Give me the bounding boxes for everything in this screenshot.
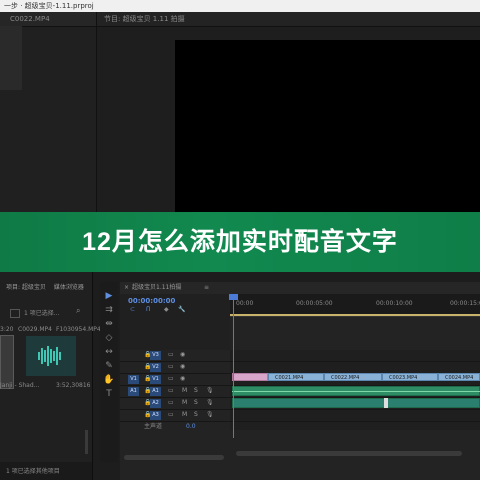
sync-lock-icon[interactable]: ▭ — [168, 411, 174, 419]
timeline-zoom-scrollbar[interactable] — [124, 455, 224, 460]
ruler-label: 00:00:10:00 — [376, 300, 413, 307]
video-clip[interactable]: C0021.MP4 — [268, 373, 324, 381]
track-label-a2[interactable]: A2 — [150, 399, 161, 408]
playhead-handle[interactable] — [229, 294, 238, 300]
hand-tool-icon[interactable]: ✋ — [103, 374, 115, 386]
track-label-v3[interactable]: V3 — [150, 351, 161, 360]
selection-tool-icon[interactable]: ▶ — [103, 290, 115, 302]
edit-point[interactable] — [384, 398, 388, 408]
track-label-a1[interactable]: A1 — [150, 387, 161, 396]
timecode[interactable]: 00:00:00:00 — [128, 297, 175, 306]
ruler-label: 00:00 — [236, 300, 254, 307]
ruler-label: 00:00:15:00 — [450, 300, 480, 307]
close-icon[interactable]: × — [124, 284, 129, 292]
window-title: 一步 · 超级宝贝-1.11.prproj — [4, 2, 94, 10]
folder-icon — [10, 309, 20, 318]
audio-level-line — [232, 391, 480, 392]
track-select-tool-icon[interactable]: ⇉ — [103, 304, 115, 316]
linked-selection-icon[interactable]: ᑎ — [146, 306, 150, 314]
work-area-bar[interactable] — [230, 314, 480, 316]
timeline-scrollbar[interactable] — [236, 451, 462, 456]
solo-button[interactable]: S — [194, 387, 198, 395]
track-label-v2[interactable]: V2 — [150, 363, 161, 372]
sync-lock-icon[interactable]: ▭ — [168, 375, 174, 383]
video-clip[interactable]: C0023.MP4 — [382, 373, 438, 381]
type-tool-icon[interactable]: T — [103, 388, 115, 400]
eye-icon[interactable]: ◉ — [180, 351, 185, 359]
razor-tool-icon[interactable]: ◇ — [103, 332, 115, 344]
track-label-v1[interactable]: V1 — [150, 375, 161, 384]
audio-thumbnail[interactable] — [26, 336, 76, 376]
ripple-edit-tool-icon[interactable]: ⇹ — [103, 318, 115, 330]
sync-lock-icon[interactable]: ▭ — [168, 363, 174, 371]
source-clip-name[interactable]: C0022.MP4 — [10, 15, 50, 24]
sync-lock-icon[interactable]: ▭ — [168, 351, 174, 359]
project-item-name[interactable]: Janji - Shad... — [0, 382, 39, 390]
program-monitor-title[interactable]: 节目: 超级宝贝 1.11 拍摄 — [104, 15, 185, 24]
mic-icon[interactable]: 🎙 — [206, 411, 214, 419]
mute-button[interactable]: M — [182, 411, 187, 419]
mic-icon[interactable]: 🎙 — [206, 399, 214, 407]
project-selection-count: 1 项已选择... — [24, 310, 60, 317]
pen-tool-icon[interactable]: ✎ — [103, 360, 115, 372]
solo-button[interactable]: S — [194, 399, 198, 407]
ruler-label: 00:00:05:00 — [296, 300, 333, 307]
clip-thumbnail[interactable] — [0, 335, 14, 389]
solo-button[interactable]: S — [194, 411, 198, 419]
project-item-name[interactable]: C0029.MP4 — [18, 326, 52, 334]
mic-icon[interactable]: 🎙 — [206, 387, 214, 395]
video-clip[interactable]: C0024.MP4 — [438, 373, 480, 381]
waveform-icon — [38, 346, 61, 366]
master-track-value[interactable]: 0.0 — [186, 423, 196, 431]
project-tab[interactable]: 项目: 超级宝贝 — [6, 284, 46, 291]
add-marker-icon[interactable]: ◆ — [164, 306, 169, 314]
audio-clip-a2[interactable] — [232, 398, 480, 408]
menu-icon[interactable]: ≡ — [204, 284, 214, 292]
playhead[interactable] — [233, 298, 234, 438]
sync-lock-icon[interactable]: ▭ — [168, 399, 174, 407]
track-label-a3[interactable]: A3 — [150, 411, 161, 420]
eye-icon[interactable]: ◉ — [180, 375, 185, 383]
window-titlebar: 一步 · 超级宝贝-1.11.prproj — [0, 0, 480, 12]
program-video-frame[interactable] — [175, 40, 480, 212]
source-patch-v1[interactable]: V1 — [128, 375, 139, 384]
media-browser-tab[interactable]: 媒体浏览器 — [54, 284, 84, 291]
mute-button[interactable]: M — [182, 387, 187, 395]
track-row-v3 — [120, 350, 480, 362]
project-footer-text: 1 项已选择其他项目 — [6, 468, 60, 475]
mute-button[interactable]: M — [182, 399, 187, 407]
source-patch-a1[interactable]: A1 — [128, 387, 139, 396]
slip-tool-icon[interactable]: ↔ — [103, 346, 115, 358]
sync-lock-icon[interactable]: ▭ — [168, 387, 174, 395]
source-preview — [0, 26, 22, 90]
project-item-name[interactable]: F1030954.MP4 — [56, 326, 101, 334]
eye-icon[interactable]: ◉ — [180, 363, 185, 371]
project-item-label: 3:20 — [0, 326, 14, 333]
video-clip[interactable] — [232, 373, 268, 381]
track-row-a3 — [120, 410, 480, 422]
video-clip[interactable]: C0022.MP4 — [324, 373, 382, 381]
project-panel-title[interactable]: 项目: 超级宝贝 媒体浏览器 — [6, 284, 84, 292]
search-icon[interactable]: ⌕ — [76, 306, 88, 318]
wrench-icon[interactable]: 🔧 — [178, 306, 185, 314]
master-track-label: 主声道 — [144, 423, 163, 430]
banner-title: 12月怎么添加实时配音文字 — [82, 228, 398, 256]
timeline-tab[interactable]: 超级宝贝1.11拍摄 — [132, 284, 181, 292]
project-item-duration: 3:52,30816 — [56, 382, 91, 389]
project-scrollbar[interactable] — [85, 430, 88, 454]
snap-icon[interactable]: ⊂ — [130, 306, 135, 314]
